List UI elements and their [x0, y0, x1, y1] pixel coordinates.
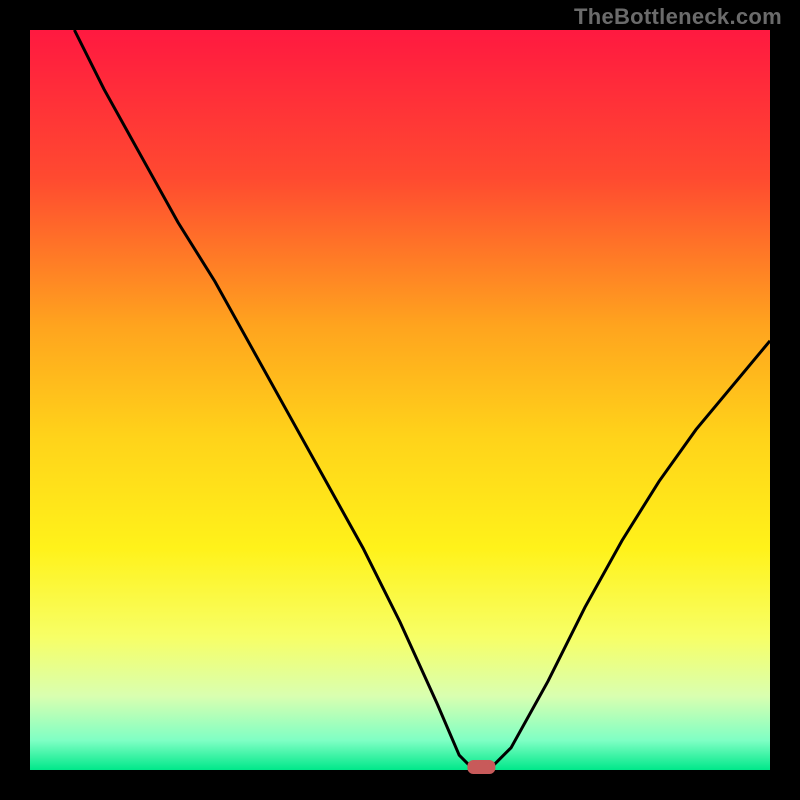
plot-background: [30, 30, 770, 770]
chart-frame: { "watermark": "TheBottleneck.com", "cha…: [0, 0, 800, 800]
optimal-marker: [467, 760, 495, 774]
watermark-text: TheBottleneck.com: [574, 4, 782, 30]
bottleneck-chart: [0, 0, 800, 800]
